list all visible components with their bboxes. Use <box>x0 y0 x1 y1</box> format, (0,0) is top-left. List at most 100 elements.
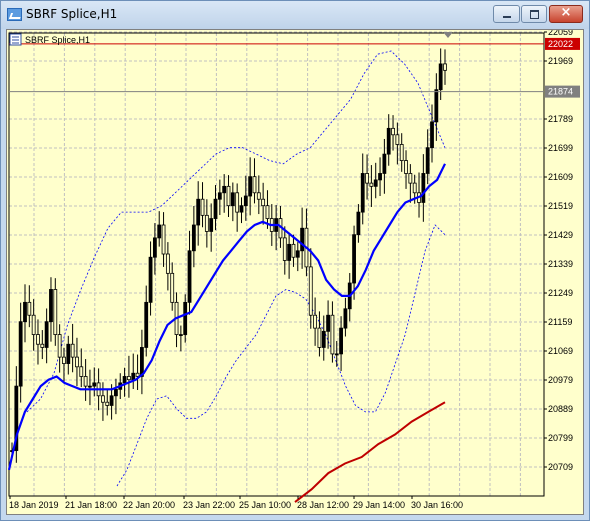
price-bar-body <box>343 308 348 329</box>
price-bar-body <box>92 382 97 387</box>
price-bar-body <box>161 224 166 255</box>
minimize-button[interactable] <box>493 5 520 23</box>
price-bar-body <box>352 234 356 284</box>
chart-window: SBRF Splice,H1 × 22059 21969 21789 21699 216… <box>0 0 590 521</box>
price-bar-body <box>200 198 205 216</box>
chart-canvas[interactable]: 22059 21969 21789 21699 21609 21519 21429 21339… <box>7 30 585 516</box>
price-bar-body <box>434 89 439 123</box>
moving-average-line <box>7 163 446 471</box>
price-bar-body <box>144 301 149 348</box>
bollinger-bands <box>26 50 446 487</box>
price-bar-body <box>339 327 343 355</box>
price-bar-body <box>243 195 248 207</box>
price-bar-body <box>217 192 222 200</box>
price-bar-body <box>287 243 292 261</box>
price-bar-body <box>256 192 261 200</box>
price-bar-body <box>83 376 88 387</box>
price-bar-body <box>404 160 408 174</box>
price-bar-body <box>40 343 45 348</box>
price-bar-body <box>317 327 322 348</box>
price-bar-body <box>291 243 296 258</box>
price-bar-body <box>204 214 209 232</box>
bollinger-upper-band <box>26 50 446 413</box>
time-tick-label: 30 Jan 16:00 <box>411 500 463 510</box>
price-bar-body <box>421 173 426 203</box>
price-tick-label: 21069 <box>548 346 573 356</box>
price-bar-body <box>443 63 447 71</box>
price-bar-body <box>222 185 227 194</box>
current-price-label: 22022 <box>548 39 573 49</box>
price-bar-body <box>235 192 240 213</box>
price-bar-body <box>122 376 127 384</box>
price-bar-body <box>373 179 378 187</box>
maximize-button[interactable] <box>521 5 547 23</box>
price-tick-label: 20889 <box>548 404 573 414</box>
price-bar-body <box>101 395 105 403</box>
price-bar-body <box>330 314 335 355</box>
price-bar-body <box>18 321 23 387</box>
price-tick-label: 21519 <box>548 201 573 211</box>
price-tick-label: 21339 <box>548 259 573 269</box>
price-bar-body <box>139 347 144 377</box>
price-bar-body <box>157 224 162 239</box>
price-bar-body <box>213 198 218 219</box>
price-bar-body <box>131 372 136 381</box>
price-bar-body <box>109 395 114 406</box>
price-bar-body <box>196 198 201 226</box>
price-bar-body <box>248 176 253 197</box>
time-tick-label: 18 Jan 2019 <box>9 500 59 510</box>
chart-window-icon <box>7 8 22 21</box>
price-bar-body <box>44 321 49 348</box>
time-tick-label: 28 Jan 12:00 <box>297 500 349 510</box>
price-bar-body <box>148 256 153 303</box>
price-bar-body <box>49 289 53 323</box>
current-bar-marker <box>443 32 453 38</box>
price-bar-body <box>261 198 266 207</box>
price-bar-body <box>321 330 326 348</box>
close-button[interactable]: × <box>549 5 583 23</box>
price-bar-body <box>114 388 118 397</box>
price-bar-body <box>191 224 196 252</box>
price-tick-label: 21699 <box>548 143 573 153</box>
price-bar-body <box>369 182 374 187</box>
price-tick-label: 20979 <box>548 375 573 385</box>
time-tick-label: 29 Jan 14:00 <box>353 500 405 510</box>
price-tick-label: 21969 <box>548 56 573 66</box>
price-chart[interactable]: 22059 21969 21789 21699 21609 21519 21429 21339… <box>6 29 584 515</box>
price-bar-body <box>438 63 443 91</box>
price-bar-body <box>226 185 231 207</box>
price-bar-body <box>391 127 395 136</box>
price-bar-body <box>165 253 170 274</box>
price-bar-body <box>326 314 330 332</box>
price-bar-body <box>295 250 300 258</box>
time-tick-label: 21 Jan 18:00 <box>65 500 117 510</box>
price-bar-body <box>365 173 369 184</box>
price-tick-label: 21429 <box>548 230 573 240</box>
price-bar-body <box>265 205 270 219</box>
price-tick-label: 21609 <box>548 172 573 182</box>
price-tick-label: 22059 <box>548 30 573 37</box>
price-bar-body <box>36 334 40 345</box>
price-bar-body <box>187 250 192 303</box>
title-bar[interactable]: SBRF Splice,H1 × <box>1 1 589 29</box>
price-bar-body <box>360 173 365 213</box>
price-bar-body <box>356 211 361 236</box>
price-bar-body <box>183 301 188 335</box>
price-bar-body <box>382 153 387 174</box>
price-bar-body <box>53 289 58 335</box>
price-bar-body <box>178 334 183 336</box>
price-bar-body <box>386 127 391 155</box>
window-title: SBRF Splice,H1 <box>26 7 118 21</box>
moving-average <box>7 163 446 471</box>
red-indicator-line <box>294 401 446 503</box>
price-bar-body <box>430 121 434 149</box>
price-bar-body <box>170 272 175 303</box>
price-axis: 22059 21969 21789 21699 21609 21519 21429 21339… <box>544 30 580 472</box>
price-bar-body <box>308 266 313 316</box>
price-bar-body <box>395 134 400 145</box>
price-bar-body <box>79 366 84 377</box>
time-tick-label: 22 Jan 20:00 <box>123 500 175 510</box>
chart-grid <box>8 31 545 497</box>
price-tick-label: 21159 <box>548 317 572 327</box>
price-bar-body <box>334 353 339 356</box>
